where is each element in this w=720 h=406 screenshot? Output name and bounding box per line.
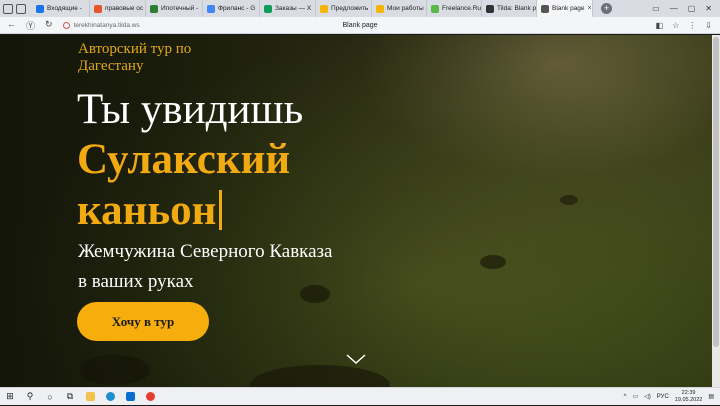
text-cursor xyxy=(219,190,223,230)
hero-section: Авторский тур по Дагестану Ты увидишь Су… xyxy=(0,35,712,387)
tab-favicon-icon xyxy=(320,4,328,13)
hero-title-line3: каньон xyxy=(77,187,223,235)
site-info-icon[interactable] xyxy=(62,21,70,29)
tab-close-icon[interactable]: × xyxy=(588,5,592,12)
clock[interactable]: 22:39 19.05.2022 xyxy=(675,390,703,404)
clock-time: 22:39 xyxy=(681,389,696,396)
task-view-icon[interactable]: ⧉ xyxy=(60,388,80,406)
tab-favicon-icon xyxy=(36,4,44,13)
yandex-browser-icon[interactable] xyxy=(140,388,160,406)
hero-title-line3-text: каньон xyxy=(77,187,217,234)
tab-favicon-icon xyxy=(486,4,494,13)
network-icon[interactable]: ▭ xyxy=(632,393,638,400)
yandex-icon[interactable]: Ⓨ xyxy=(26,19,35,32)
tab-stack-icon[interactable] xyxy=(3,3,13,14)
tab-label: Freelance.Ru xyxy=(442,5,482,12)
tab-favicon-icon xyxy=(150,4,158,13)
url-field[interactable]: terekhinatanya.tilda.ws xyxy=(62,21,140,29)
extensions-icon[interactable]: ⋮ xyxy=(688,21,696,30)
hero-title-line2: Сулакский xyxy=(77,136,291,183)
tab-label: Tilda: Blank p xyxy=(497,5,537,12)
window-buttons: ▭ — ▢ ✕ xyxy=(652,4,720,13)
edge-icon[interactable] xyxy=(100,388,120,406)
tab-favicon-icon xyxy=(541,4,549,13)
browser-tab[interactable]: Мои работы xyxy=(372,0,427,17)
browser-tab[interactable]: Входящие - xyxy=(32,0,90,17)
tab-favicon-icon xyxy=(264,4,272,13)
browser-tab[interactable]: Предложить xyxy=(316,0,372,17)
language-indicator[interactable]: РУС xyxy=(657,394,669,400)
tab-favicon-icon xyxy=(207,4,215,13)
tour-cta-button[interactable]: Хочу в тур xyxy=(77,302,209,341)
browser-tab[interactable]: Tilda: Blank p xyxy=(482,0,537,17)
page-scrollbar[interactable] xyxy=(712,35,720,387)
tab-favicon-icon xyxy=(376,4,384,13)
tab-label: Мои работы xyxy=(387,5,424,12)
browser-tab[interactable]: Freelance.Ru xyxy=(427,0,482,17)
tab-label: Входящие - xyxy=(47,5,82,12)
tab-search-icon[interactable] xyxy=(16,3,26,14)
scroll-down-chevron-icon[interactable] xyxy=(345,352,367,366)
mail-icon[interactable] xyxy=(120,388,140,406)
minimize-icon[interactable]: — xyxy=(670,4,678,13)
hero-subtitle-line2: в ваших руках xyxy=(78,271,194,292)
tab-label: Фриланс - G xyxy=(218,5,256,12)
reload-icon[interactable]: ↻ xyxy=(45,19,53,32)
browser-tab-bar: Входящие - правовые ос Ипотечный - Фриланс … xyxy=(0,0,720,17)
tray-chevron-icon[interactable]: ^ xyxy=(624,394,627,400)
browser-tab[interactable]: Ипотечный - xyxy=(146,0,203,17)
tab-label: правовые ос xyxy=(105,5,144,12)
system-tray: ^ ▭ ◁) РУС 22:39 19.05.2022 ▤ xyxy=(624,390,720,404)
tab-favicon-icon xyxy=(94,4,102,13)
tab-label: Blank page xyxy=(552,5,585,12)
scrollbar-thumb[interactable] xyxy=(713,37,719,347)
browser-tab[interactable]: Blank page × xyxy=(537,0,593,17)
tab-label: Заказы — Х xyxy=(275,5,312,12)
hero-title-line1: Ты увидишь xyxy=(77,86,304,133)
cortana-icon[interactable]: ○ xyxy=(40,388,60,406)
maximize-icon[interactable]: ▢ xyxy=(688,4,696,13)
hero-subtitle-line1: Жемчужина Северного Кавказа xyxy=(78,241,333,262)
windows-taskbar: ⊞ ⚲ ○ ⧉ ^ ▭ ◁) РУС 22:39 19.05.2022 ▤ xyxy=(0,387,720,405)
close-icon[interactable]: ✕ xyxy=(705,4,712,13)
protect-icon[interactable]: ◧ xyxy=(656,21,664,30)
download-icon[interactable]: ⇩ xyxy=(705,21,712,30)
explorer-icon[interactable] xyxy=(80,388,100,406)
browser-tab[interactable]: правовые ос xyxy=(90,0,146,17)
window-controls xyxy=(0,0,32,17)
clock-date: 19.05.2022 xyxy=(674,396,703,403)
new-tab-button[interactable]: + xyxy=(601,3,612,14)
notifications-icon[interactable]: ▤ xyxy=(708,393,714,400)
tab-favicon-icon xyxy=(431,4,439,13)
browser-tab[interactable]: Заказы — Х xyxy=(260,0,316,17)
bookmark-star-icon[interactable]: ☆ xyxy=(672,21,679,30)
nav-buttons: ← Ⓨ ↻ xyxy=(0,19,53,32)
address-bar: ← Ⓨ ↻ terekhinatanya.tilda.ws Blank page… xyxy=(0,17,720,34)
tab-label: Ипотечный - xyxy=(161,5,199,12)
volume-icon[interactable]: ◁) xyxy=(644,393,651,400)
back-icon[interactable]: ← xyxy=(7,19,16,32)
windows-start-icon[interactable]: ⊞ xyxy=(0,388,20,406)
search-icon[interactable]: ⚲ xyxy=(20,388,40,406)
hero-kicker: Авторский тур по Дагестану xyxy=(78,41,192,74)
url-text: terekhinatanya.tilda.ws xyxy=(73,21,140,29)
browser-tools: ◧ ☆ ⋮ ⇩ xyxy=(656,21,720,30)
tab-label: Предложить xyxy=(331,5,369,12)
bookmark-icon[interactable]: ▭ xyxy=(652,4,660,13)
browser-tab[interactable]: Фриланс - G xyxy=(203,0,260,17)
